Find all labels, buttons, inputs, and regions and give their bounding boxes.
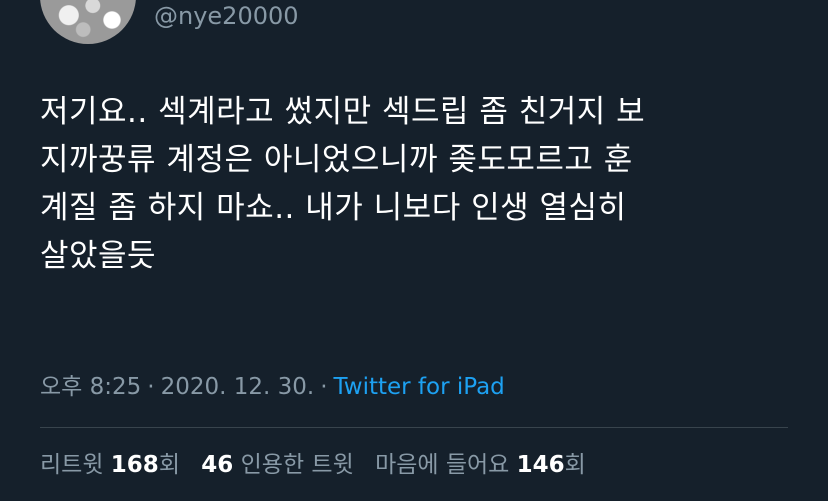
quotes-stat[interactable]: 46 인용한 트윗 — [201, 452, 353, 478]
retweets-count: 168 — [110, 452, 159, 478]
tweet-date[interactable]: 2020. 12. 30. — [161, 374, 315, 400]
likes-count: 146 — [516, 452, 565, 478]
tweet-meta: 오후 8:25 · 2020. 12. 30. · Twitter for iPad — [40, 372, 505, 402]
tweet-time[interactable]: 오후 8:25 — [40, 374, 141, 400]
tweet-stats: 리트윗 168회 46 인용한 트윗 마음에 들어요 146회 — [40, 450, 600, 480]
quotes-count: 46 — [201, 452, 234, 478]
author-handle[interactable]: @nye20000 — [154, 2, 299, 30]
quotes-label: 인용한 트윗 — [240, 452, 354, 478]
tweet-text: 저기요.. 섹계라고 썼지만 섹드립 좀 친거지 보 지까꿍류 계정은 아니었으… — [40, 94, 646, 274]
avatar[interactable] — [40, 0, 136, 44]
likes-label: 마음에 들어요 — [375, 452, 510, 478]
retweets-suffix: 회 — [158, 452, 180, 478]
meta-separator: · — [147, 374, 155, 400]
meta-separator: · — [320, 374, 328, 400]
likes-stat[interactable]: 마음에 들어요 146회 — [375, 452, 586, 478]
tweet-source-link[interactable]: Twitter for iPad — [334, 374, 505, 400]
retweets-stat[interactable]: 리트윗 168회 — [40, 452, 180, 478]
divider — [40, 427, 788, 428]
likes-suffix: 회 — [564, 452, 586, 478]
retweets-label: 리트윗 — [40, 452, 104, 478]
